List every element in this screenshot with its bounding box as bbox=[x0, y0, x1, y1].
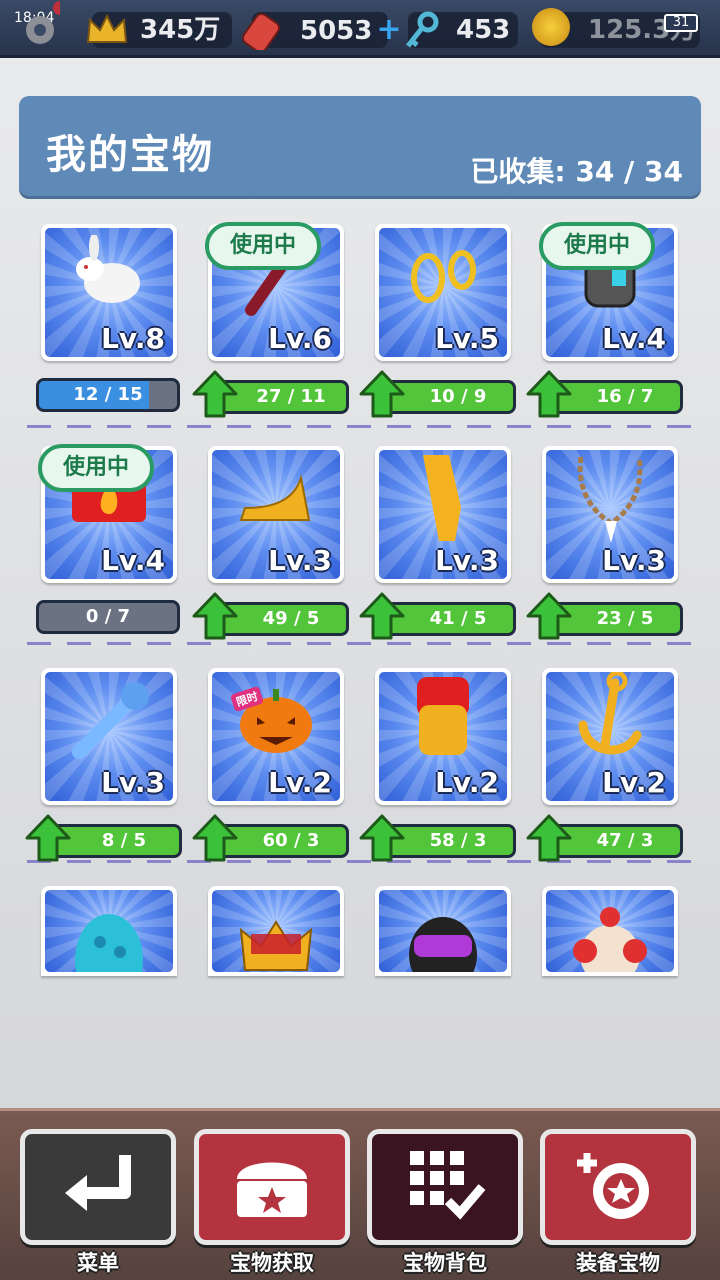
upgrade-arrow-icon[interactable] bbox=[526, 592, 572, 640]
nav-button-3[interactable] bbox=[540, 1129, 696, 1245]
treasure-level: Lv.3 bbox=[435, 544, 499, 577]
card-background: Lv.3 bbox=[45, 672, 173, 801]
upgrade-arrow-icon[interactable] bbox=[526, 370, 572, 418]
card-background: Lv.8 bbox=[45, 228, 173, 357]
crown-icon bbox=[86, 13, 128, 43]
card-background bbox=[546, 890, 674, 972]
clown-icon bbox=[565, 895, 655, 972]
treasure-level: Lv.3 bbox=[101, 766, 165, 799]
card-background: 限时 Lv.2 bbox=[212, 672, 340, 801]
treasure-card-rabbit[interactable]: Lv.8 bbox=[41, 224, 177, 361]
coin-icon bbox=[532, 8, 570, 46]
treasure-level: Lv.5 bbox=[435, 322, 499, 355]
upgrade-arrow-icon[interactable] bbox=[359, 814, 405, 862]
treasure-level: Lv.8 bbox=[101, 322, 165, 355]
nav-button-0[interactable] bbox=[20, 1129, 176, 1245]
treasure-card-pumpkin[interactable]: 限时 Lv.2 bbox=[208, 668, 344, 805]
row-divider bbox=[27, 425, 693, 428]
nav-label: 宝物背包 bbox=[403, 1251, 487, 1275]
treasure-card-clown[interactable] bbox=[542, 886, 678, 976]
wrench-icon bbox=[59, 674, 159, 778]
treasure-header: 我的宝物 已收集: 34 / 34 bbox=[19, 96, 701, 196]
upgrade-arrow-icon[interactable] bbox=[359, 370, 405, 418]
key-icon bbox=[406, 11, 439, 48]
treasure-card-necklace[interactable]: Lv.3 bbox=[542, 446, 678, 583]
treasure-level: Lv.2 bbox=[268, 766, 332, 799]
grid-check-icon bbox=[400, 1145, 490, 1229]
treasure-panel: 我的宝物 已收集: 34 / 34 Lv.8 12 / 15 Lv.6 使用中 27 /… bbox=[0, 58, 720, 1108]
progress-text: 0 / 7 bbox=[85, 606, 131, 627]
treasure-level: Lv.4 bbox=[602, 322, 666, 355]
add-tickets-icon[interactable]: + bbox=[376, 12, 401, 47]
nav-button-1[interactable] bbox=[194, 1129, 350, 1245]
return-icon bbox=[53, 1145, 143, 1229]
in-use-badge: 使用中 bbox=[205, 222, 321, 270]
bottom-nav: 菜单 宝物获取 宝物背包 装备宝物 bbox=[0, 1108, 720, 1280]
collection-progress-bar: 0 / 7 bbox=[36, 600, 180, 634]
collection-progress-bar: 12 / 15 bbox=[36, 378, 180, 412]
treasure-level: Lv.4 bbox=[101, 544, 165, 577]
page-title: 我的宝物 bbox=[46, 132, 214, 178]
treasure-card-golden-shard[interactable]: Lv.3 bbox=[375, 446, 511, 583]
in-use-badge: 使用中 bbox=[38, 444, 154, 492]
crown-icon bbox=[231, 900, 321, 972]
treasure-level: Lv.2 bbox=[435, 766, 499, 799]
treasure-card-wrench[interactable]: Lv.3 bbox=[41, 668, 177, 805]
upgrade-arrow-icon[interactable] bbox=[25, 814, 71, 862]
helmet-icon bbox=[398, 895, 488, 972]
nav-label: 宝物获取 bbox=[230, 1251, 314, 1275]
card-background bbox=[212, 890, 340, 972]
card-background bbox=[45, 890, 173, 972]
card-background bbox=[379, 890, 507, 972]
key-count: 453 bbox=[456, 15, 511, 45]
chest-icon bbox=[227, 1145, 317, 1229]
nav-label: 菜单 bbox=[77, 1251, 119, 1275]
treasure-card-crown[interactable] bbox=[208, 886, 344, 976]
treasure-level: Lv.6 bbox=[268, 322, 332, 355]
treasure-card-helmet[interactable] bbox=[375, 886, 511, 976]
ticket-count: 5053 bbox=[300, 16, 373, 46]
treasure-level: Lv.2 bbox=[602, 766, 666, 799]
treasure-card-idol[interactable]: Lv.2 bbox=[375, 668, 511, 805]
upgrade-arrow-icon[interactable] bbox=[192, 592, 238, 640]
in-use-badge: 使用中 bbox=[539, 222, 655, 270]
treasure-level: Lv.3 bbox=[602, 544, 666, 577]
equip-icon bbox=[573, 1145, 663, 1229]
treasure-card-rings[interactable]: Lv.5 bbox=[375, 224, 511, 361]
nav-button-2[interactable] bbox=[367, 1129, 523, 1245]
upgrade-arrow-icon[interactable] bbox=[192, 370, 238, 418]
egg-icon bbox=[64, 890, 154, 972]
card-background: Lv.3 bbox=[212, 450, 340, 579]
card-background: Lv.3 bbox=[379, 450, 507, 579]
upgrade-arrow-icon[interactable] bbox=[192, 814, 238, 862]
card-background: Lv.2 bbox=[379, 672, 507, 801]
upgrade-arrow-icon[interactable] bbox=[526, 814, 572, 862]
nav-label: 装备宝物 bbox=[576, 1251, 660, 1275]
treasure-card-anchor[interactable]: Lv.2 bbox=[542, 668, 678, 805]
collected-count: 已收集: 34 / 34 bbox=[470, 155, 683, 188]
treasure-card-horn[interactable]: Lv.3 bbox=[208, 446, 344, 583]
top-bar: 18:04 345万 5053+ 453 125.3万 31 bbox=[0, 0, 720, 58]
rings-icon bbox=[398, 240, 488, 324]
battery-level: 31 bbox=[672, 15, 690, 30]
treasure-card-egg[interactable] bbox=[41, 886, 177, 976]
progress-text: 12 / 15 bbox=[73, 384, 143, 405]
rabbit-icon bbox=[64, 233, 154, 329]
card-background: Lv.3 bbox=[546, 450, 674, 579]
treasure-level: Lv.3 bbox=[268, 544, 332, 577]
battery-icon: 31 bbox=[664, 14, 698, 32]
settings-gear-icon[interactable] bbox=[0, 0, 60, 58]
upgrade-arrow-icon[interactable] bbox=[359, 592, 405, 640]
card-background: Lv.2 bbox=[546, 672, 674, 801]
row-divider bbox=[27, 642, 693, 645]
ticket-icon bbox=[241, 12, 281, 50]
crown-count: 345万 bbox=[140, 15, 221, 45]
horn-icon bbox=[231, 462, 321, 546]
card-background: Lv.5 bbox=[379, 228, 507, 357]
